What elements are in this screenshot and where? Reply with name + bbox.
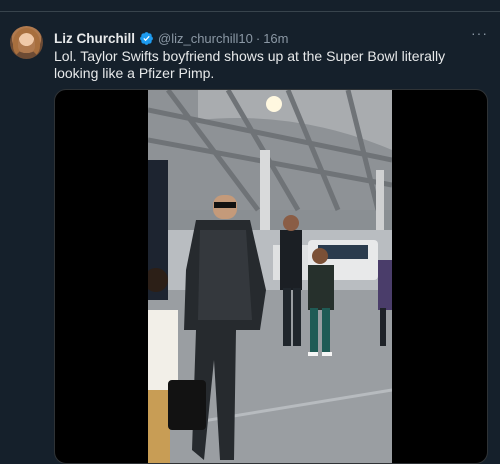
- media-image: [148, 90, 392, 463]
- author-handle[interactable]: @liz_churchill10: [158, 31, 253, 46]
- tweet-text: Lol. Taylor Swifts boyfriend shows up at…: [54, 48, 446, 81]
- author-name[interactable]: Liz Churchill: [54, 31, 135, 46]
- author-avatar[interactable]: [10, 26, 43, 59]
- tweet-header: Liz Churchill @liz_churchill10 · 16m: [54, 29, 289, 47]
- timestamp[interactable]: 16m: [263, 31, 288, 46]
- tweet-media[interactable]: [54, 89, 488, 464]
- tweet-card[interactable]: Liz Churchill @liz_churchill10 · 16m ···…: [0, 12, 500, 464]
- separator-dot: ·: [255, 30, 261, 46]
- top-divider: [0, 0, 500, 12]
- more-options-icon[interactable]: ···: [471, 25, 488, 41]
- video-frame[interactable]: [148, 90, 392, 463]
- verified-badge-icon: [140, 31, 153, 45]
